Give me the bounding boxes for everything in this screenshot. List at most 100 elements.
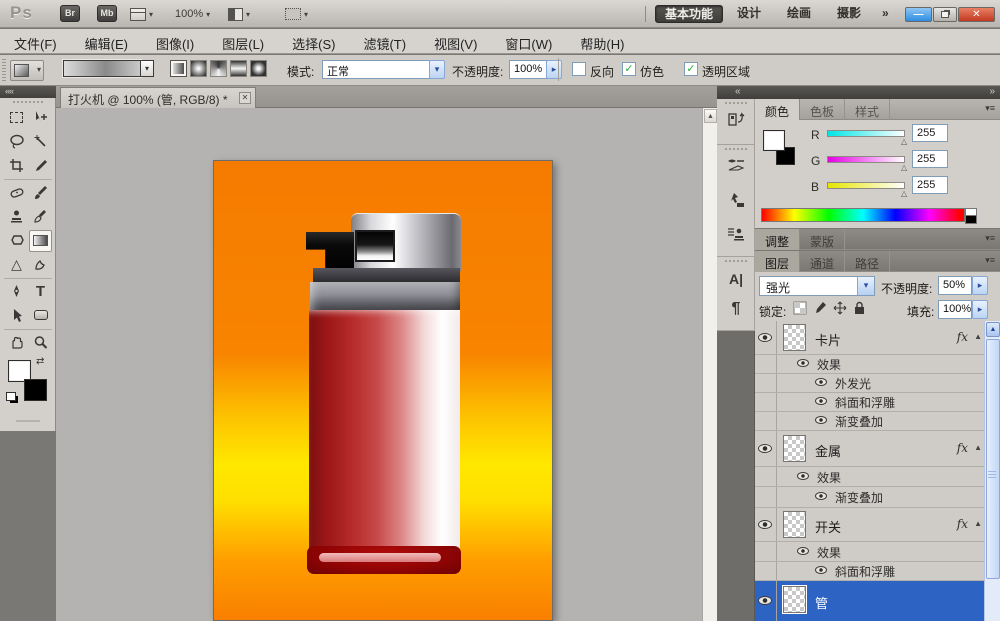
opacity-spinner[interactable]: ▸ <box>546 60 562 79</box>
workspace-painting-button[interactable]: 绘画 <box>778 5 820 23</box>
layers-opacity-spinner[interactable]: ▸ <box>972 276 988 295</box>
gradient-preview[interactable] <box>63 60 141 77</box>
clone-source-panel-icon[interactable] <box>717 191 755 221</box>
fill-spinner[interactable]: ▸ <box>972 300 988 319</box>
tab-swatches[interactable]: 色板 <box>800 99 845 120</box>
tab-adjustments[interactable]: 调整 <box>755 229 800 250</box>
visibility-eye-icon[interactable] <box>758 520 772 529</box>
effect-row[interactable]: 斜面和浮雕 <box>755 393 1000 412</box>
zoom-level-control[interactable]: 100%▾ <box>175 6 210 22</box>
menu-select[interactable]: 选择(S) <box>278 29 349 54</box>
menu-file[interactable]: 文件(F) <box>0 29 71 54</box>
fx-badge[interactable]: fx <box>957 330 968 344</box>
effect-row[interactable]: 外发光 <box>755 374 1000 393</box>
collapse-dock-icon[interactable]: » <box>989 86 994 98</box>
options-bar-grip[interactable] <box>2 59 6 81</box>
lock-position-icon[interactable] <box>833 301 847 318</box>
layer-name[interactable]: 管 <box>815 593 828 612</box>
document-tab[interactable]: 打火机 @ 100% (管, RGB/8) * ✕ <box>60 87 256 108</box>
layer-name[interactable]: 开关 <box>815 517 841 536</box>
tab-masks[interactable]: 蒙版 <box>800 229 845 250</box>
brush-tool[interactable] <box>29 182 52 204</box>
diamond-gradient-button[interactable] <box>250 60 267 77</box>
layer-name[interactable]: 卡片 <box>815 330 841 349</box>
effects-header-row[interactable]: 效果 <box>755 467 1000 487</box>
dither-checkbox[interactable]: ✓ <box>622 62 636 76</box>
slider-handle-icon[interactable]: △ <box>901 163 907 172</box>
mode-select-arrow[interactable]: ▾ <box>429 60 445 79</box>
layer-thumbnail[interactable] <box>783 324 806 351</box>
channel-g-value[interactable]: 255 <box>912 150 948 168</box>
layer-thumbnail[interactable] <box>783 435 806 462</box>
gradient-tool[interactable] <box>29 230 52 252</box>
workspace-design-button[interactable]: 设计 <box>728 5 770 23</box>
mode-select[interactable]: 正常 <box>322 60 430 79</box>
layer-row[interactable]: 卡片 fx ▲ <box>755 321 1000 355</box>
paragraph-panel-icon[interactable]: ¶ <box>717 295 755 325</box>
menu-filter[interactable]: 滤镜(T) <box>349 29 420 54</box>
effects-header-row[interactable]: 效果 <box>755 542 1000 562</box>
effect-row[interactable]: 渐变叠加 <box>755 487 1000 508</box>
tool-preset-picker[interactable]: ▾ <box>10 60 44 81</box>
blur-tool[interactable]: △ <box>5 254 28 276</box>
opacity-field[interactable]: 100% <box>509 60 547 79</box>
effect-row[interactable]: 渐变叠加 <box>755 412 1000 431</box>
document-tab-close-icon[interactable]: ✕ <box>239 92 251 104</box>
layers-scrollbar[interactable]: ▲ <box>984 321 1000 621</box>
collapse-strip-icon[interactable]: « <box>735 86 740 98</box>
visibility-eye-icon[interactable] <box>815 378 827 386</box>
mini-bridge-button[interactable]: Mb <box>97 5 117 22</box>
panel-menu-icon[interactable]: ▾≡ <box>985 233 995 244</box>
spectrum-black-swatch[interactable] <box>965 215 977 224</box>
visibility-eye-icon[interactable] <box>758 596 772 605</box>
tab-paths[interactable]: 路径 <box>845 251 890 272</box>
character-panel-icon[interactable]: A| <box>717 265 755 295</box>
tab-layers[interactable]: 图层 <box>755 251 800 272</box>
blend-mode-select[interactable]: 强光 ▾ <box>759 276 875 296</box>
view-extras-button[interactable]: ▾ <box>228 6 250 22</box>
bridge-button[interactable]: Br <box>60 5 80 22</box>
smudge-tool[interactable] <box>29 254 52 276</box>
channel-r-slider[interactable] <box>827 130 905 137</box>
gradient-picker-arrow[interactable]: ▾ <box>141 60 154 77</box>
channel-b-slider[interactable] <box>827 182 905 189</box>
restore-button[interactable] <box>933 7 957 22</box>
workspace-basic-button[interactable]: 基本功能 <box>655 5 723 23</box>
visibility-eye-icon[interactable] <box>815 566 827 574</box>
tab-styles[interactable]: 样式 <box>845 99 890 120</box>
layers-opacity-field[interactable]: 50% <box>938 276 972 295</box>
scroll-up-icon[interactable]: ▲ <box>704 109 717 123</box>
layer-row[interactable]: 金属 fx ▲ <box>755 431 1000 467</box>
document-vertical-scrollbar[interactable]: ▲ <box>702 108 717 621</box>
lasso-tool[interactable] <box>5 131 28 153</box>
visibility-eye-icon[interactable] <box>797 472 809 480</box>
workspace-photography-button[interactable]: 摄影 <box>828 5 870 23</box>
channel-g-slider[interactable] <box>827 156 905 163</box>
visibility-eye-icon[interactable] <box>797 359 809 367</box>
quick-selection-tool[interactable] <box>29 131 52 153</box>
marquee-tool[interactable] <box>5 107 28 129</box>
layer-thumbnail[interactable] <box>783 586 806 613</box>
lock-transparency-icon[interactable] <box>793 301 807 318</box>
minimize-button[interactable]: — <box>905 7 932 22</box>
canvas-image[interactable] <box>213 160 553 621</box>
fill-field[interactable]: 100% <box>938 300 972 319</box>
layer-name[interactable]: 金属 <box>815 441 841 460</box>
lock-pixels-icon[interactable] <box>813 301 827 318</box>
menu-view[interactable]: 视图(V) <box>420 29 491 54</box>
tools-panel-resize-grip[interactable] <box>16 420 40 422</box>
channel-b-value[interactable]: 255 <box>912 176 948 194</box>
color-spectrum-ramp[interactable] <box>761 208 965 222</box>
hand-tool[interactable] <box>5 332 28 354</box>
move-tool[interactable] <box>29 107 52 129</box>
menu-edit[interactable]: 编辑(E) <box>71 29 142 54</box>
layer-row-selected[interactable]: 管 <box>755 581 1000 621</box>
healing-brush-tool[interactable] <box>5 182 28 204</box>
visibility-eye-icon[interactable] <box>758 444 772 453</box>
effects-collapse-icon[interactable]: ▲ <box>974 443 982 452</box>
type-tool[interactable]: T <box>29 281 52 303</box>
path-selection-tool[interactable] <box>5 305 28 327</box>
effect-row[interactable]: 斜面和浮雕 <box>755 562 1000 581</box>
panel-menu-icon[interactable]: ▾≡ <box>985 255 995 266</box>
lock-all-icon[interactable] <box>853 301 866 318</box>
